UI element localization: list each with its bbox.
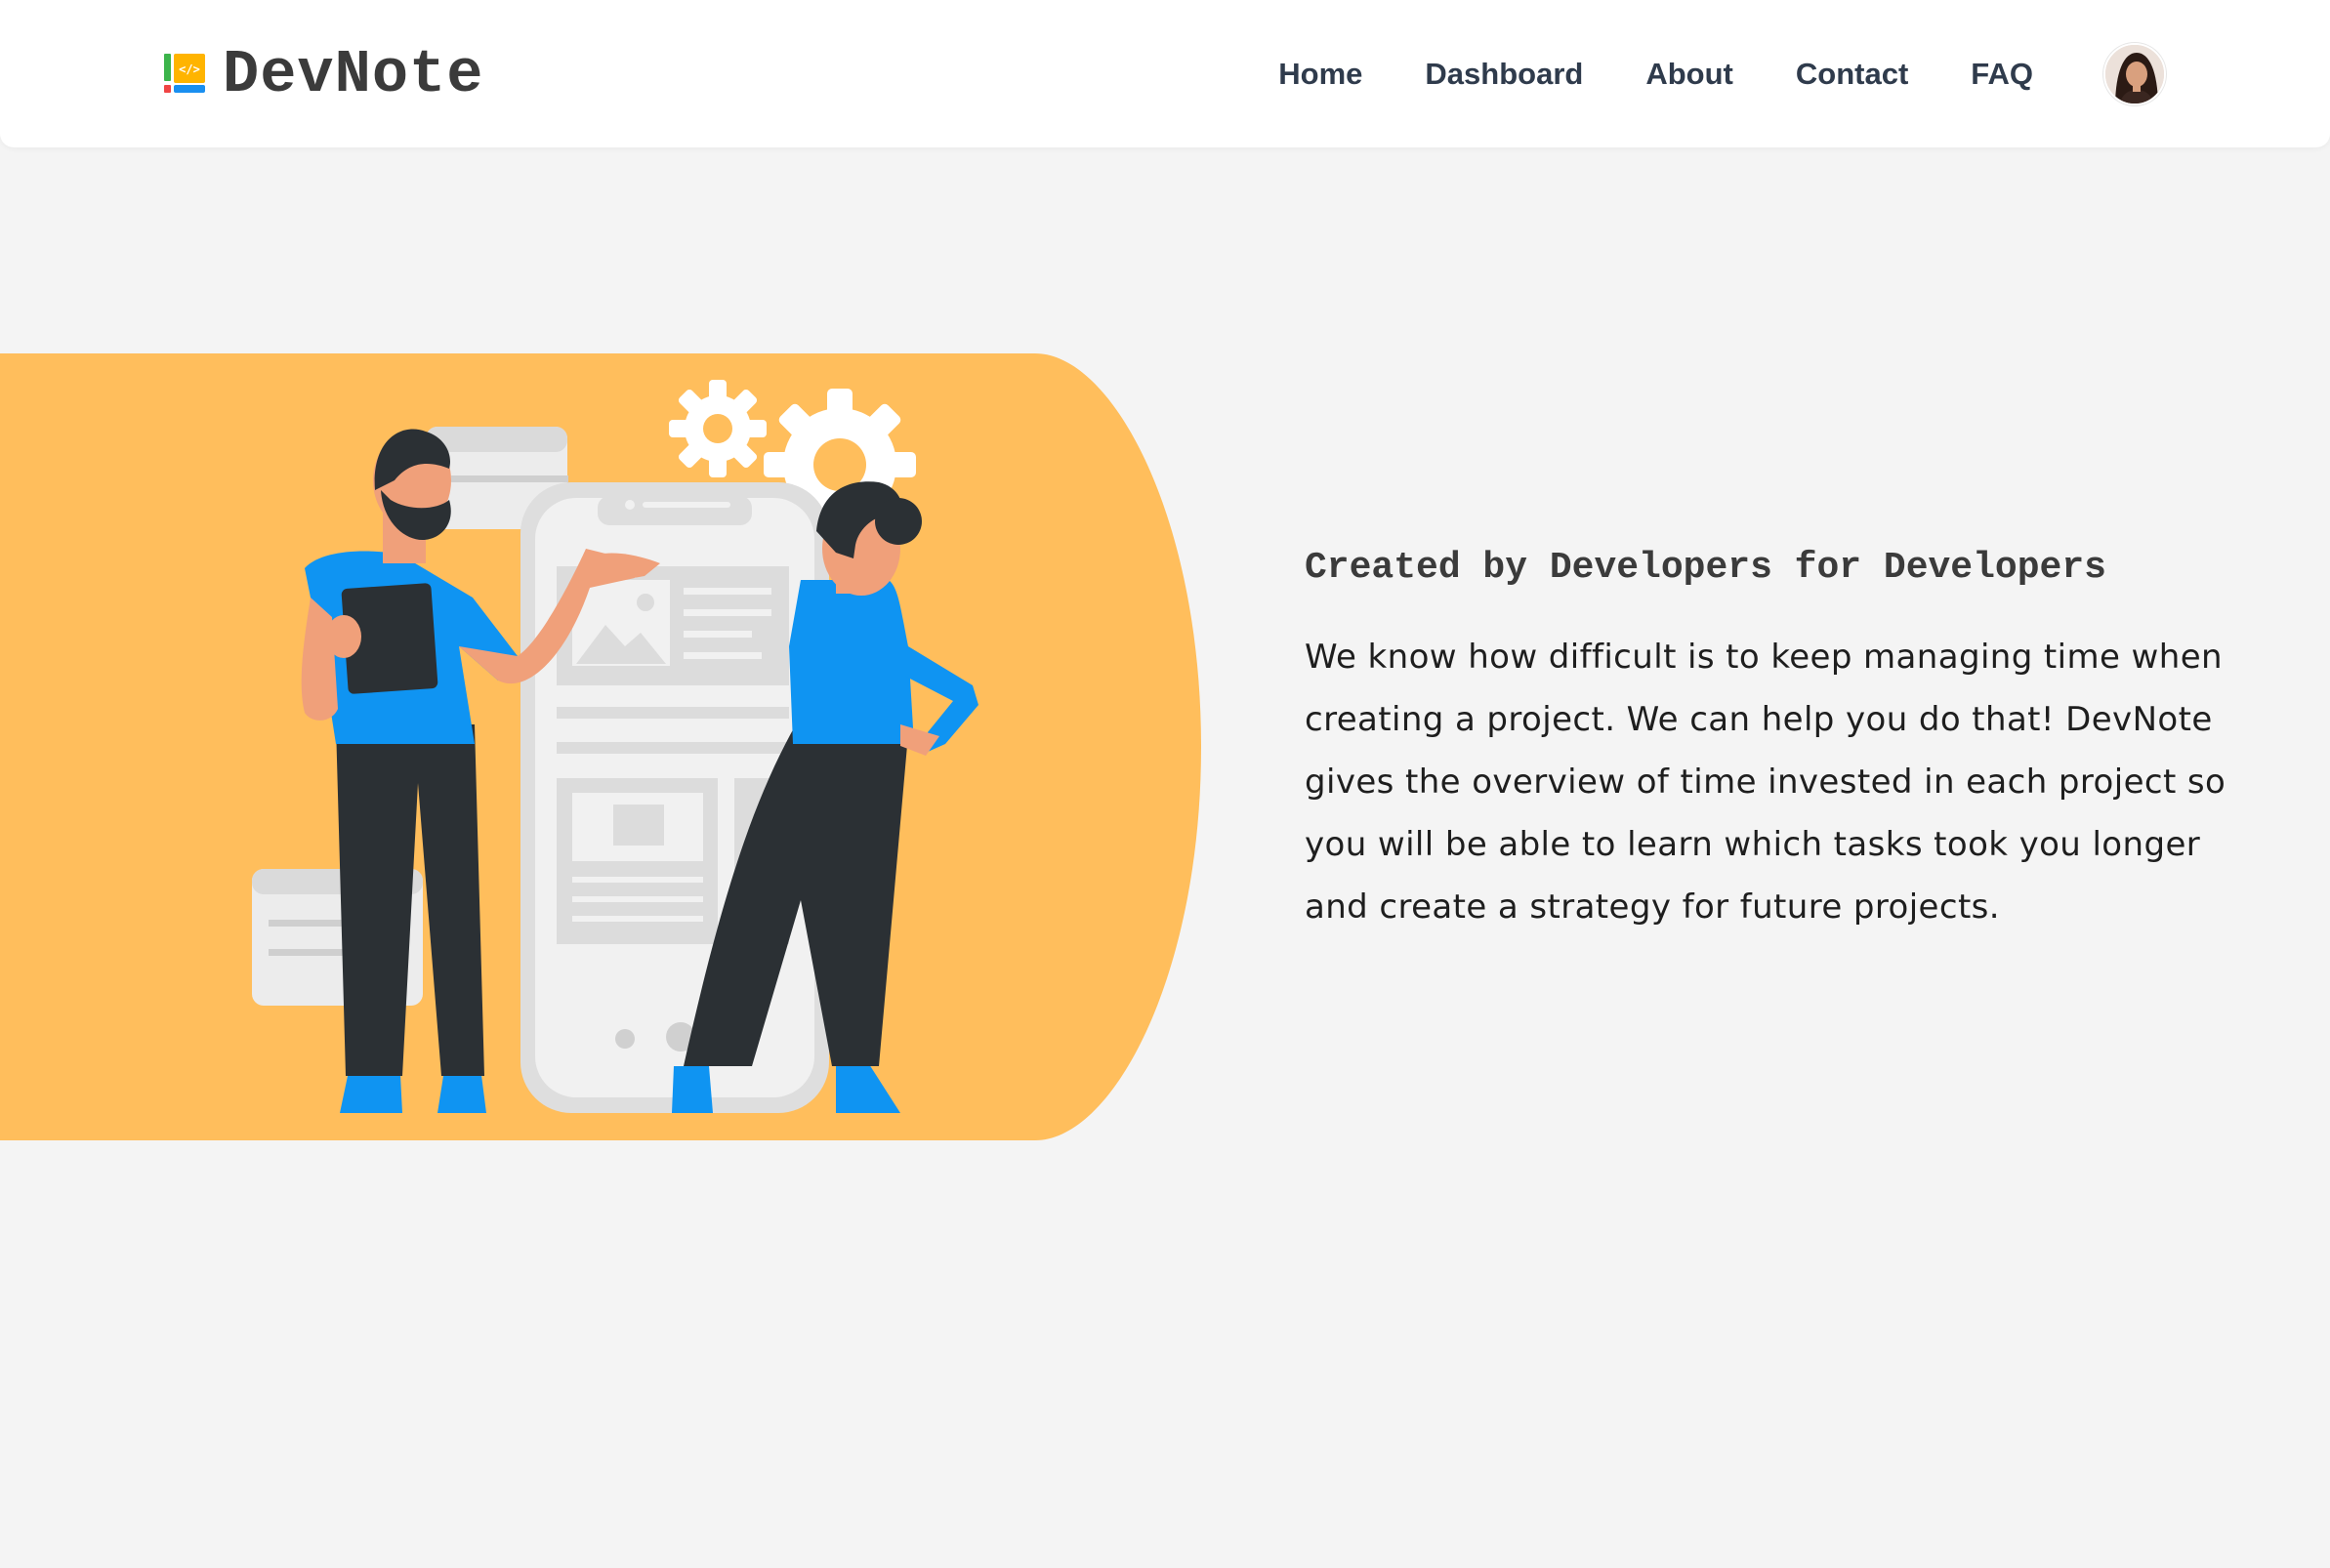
brand-name: DevNote [223,39,484,109]
hero-heading: Created by Developers for Developers [1305,547,2106,589]
nav-link-faq[interactable]: FAQ [1971,57,2033,92]
hero-text: Created by Developers for Developers We … [1305,547,2242,938]
avatar-image [2105,44,2164,103]
hero-illustration-panel [0,353,1201,1140]
user-avatar[interactable] [2103,42,2166,105]
nav-links: Home Dashboard About Contact FAQ [1278,0,2330,147]
brand-link[interactable]: </> DevNote [164,39,483,109]
nav-link-about[interactable]: About [1645,57,1733,92]
nav-link-dashboard[interactable]: Dashboard [1425,57,1583,92]
navbar: </> DevNote Home Dashboard About Contact… [0,0,2330,147]
svg-text:</>: </> [179,62,200,76]
gear-icon [669,380,767,477]
nav-link-home[interactable]: Home [1278,57,1362,92]
nav-link-contact[interactable]: Contact [1796,57,1908,92]
hero-paragraph: We know how difficult is to keep managin… [1305,638,2226,927]
code-file-icon: </> [164,54,205,93]
